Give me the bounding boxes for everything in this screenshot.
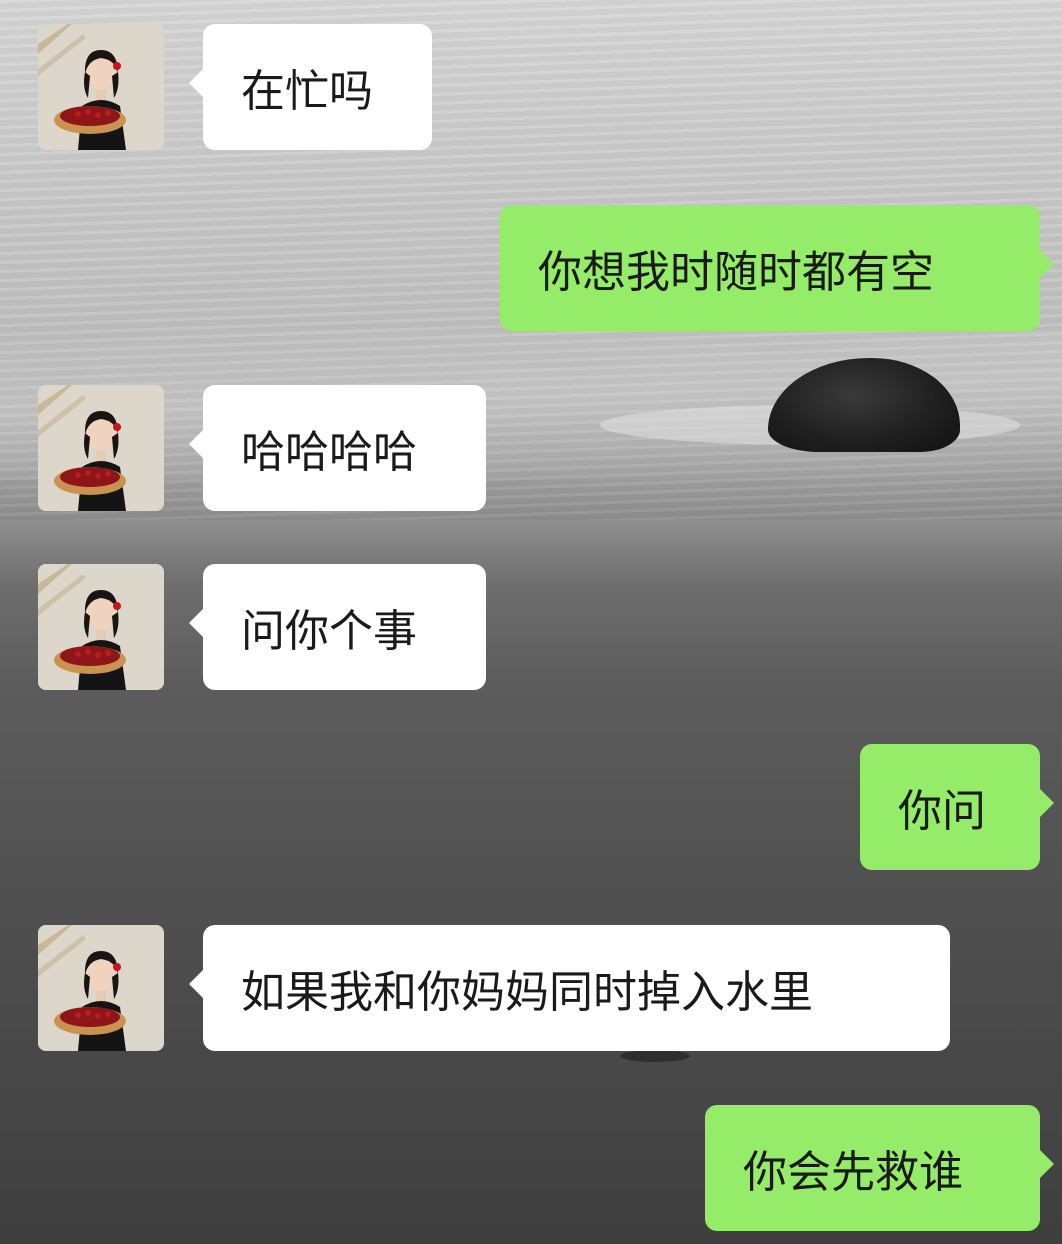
message-text: 如果我和你妈妈同时掉入水里 xyxy=(241,967,813,1018)
message-bubble-outgoing[interactable]: 你想我时随时都有空 xyxy=(500,205,1054,331)
contact-avatar[interactable] xyxy=(38,564,164,690)
message-bubble-incoming[interactable]: 如果我和你妈妈同时掉入水里 xyxy=(189,925,950,1051)
message-text: 你会先救谁 xyxy=(743,1147,963,1198)
message-bubble-outgoing[interactable]: 你问 xyxy=(860,744,1054,870)
portrait-icon xyxy=(38,564,164,690)
portrait-icon xyxy=(38,925,164,1051)
message-text: 你想我时随时都有空 xyxy=(538,247,934,298)
contact-avatar[interactable] xyxy=(38,385,164,511)
pebble xyxy=(620,1050,690,1062)
message-text: 问你个事 xyxy=(241,606,417,657)
message-bubble-incoming[interactable]: 哈哈哈哈 xyxy=(189,385,486,511)
portrait-icon xyxy=(38,24,164,150)
message-bubble-outgoing[interactable]: 你会先救谁 xyxy=(705,1105,1054,1231)
message-bubble-incoming[interactable]: 在忙吗 xyxy=(189,24,432,150)
message-text: 在忙吗 xyxy=(241,66,373,117)
contact-avatar[interactable] xyxy=(38,925,164,1051)
message-text: 你问 xyxy=(898,786,986,837)
portrait-icon xyxy=(38,385,164,511)
contact-avatar[interactable] xyxy=(38,24,164,150)
message-bubble-incoming[interactable]: 问你个事 xyxy=(189,564,486,690)
message-text: 哈哈哈哈 xyxy=(241,427,417,478)
